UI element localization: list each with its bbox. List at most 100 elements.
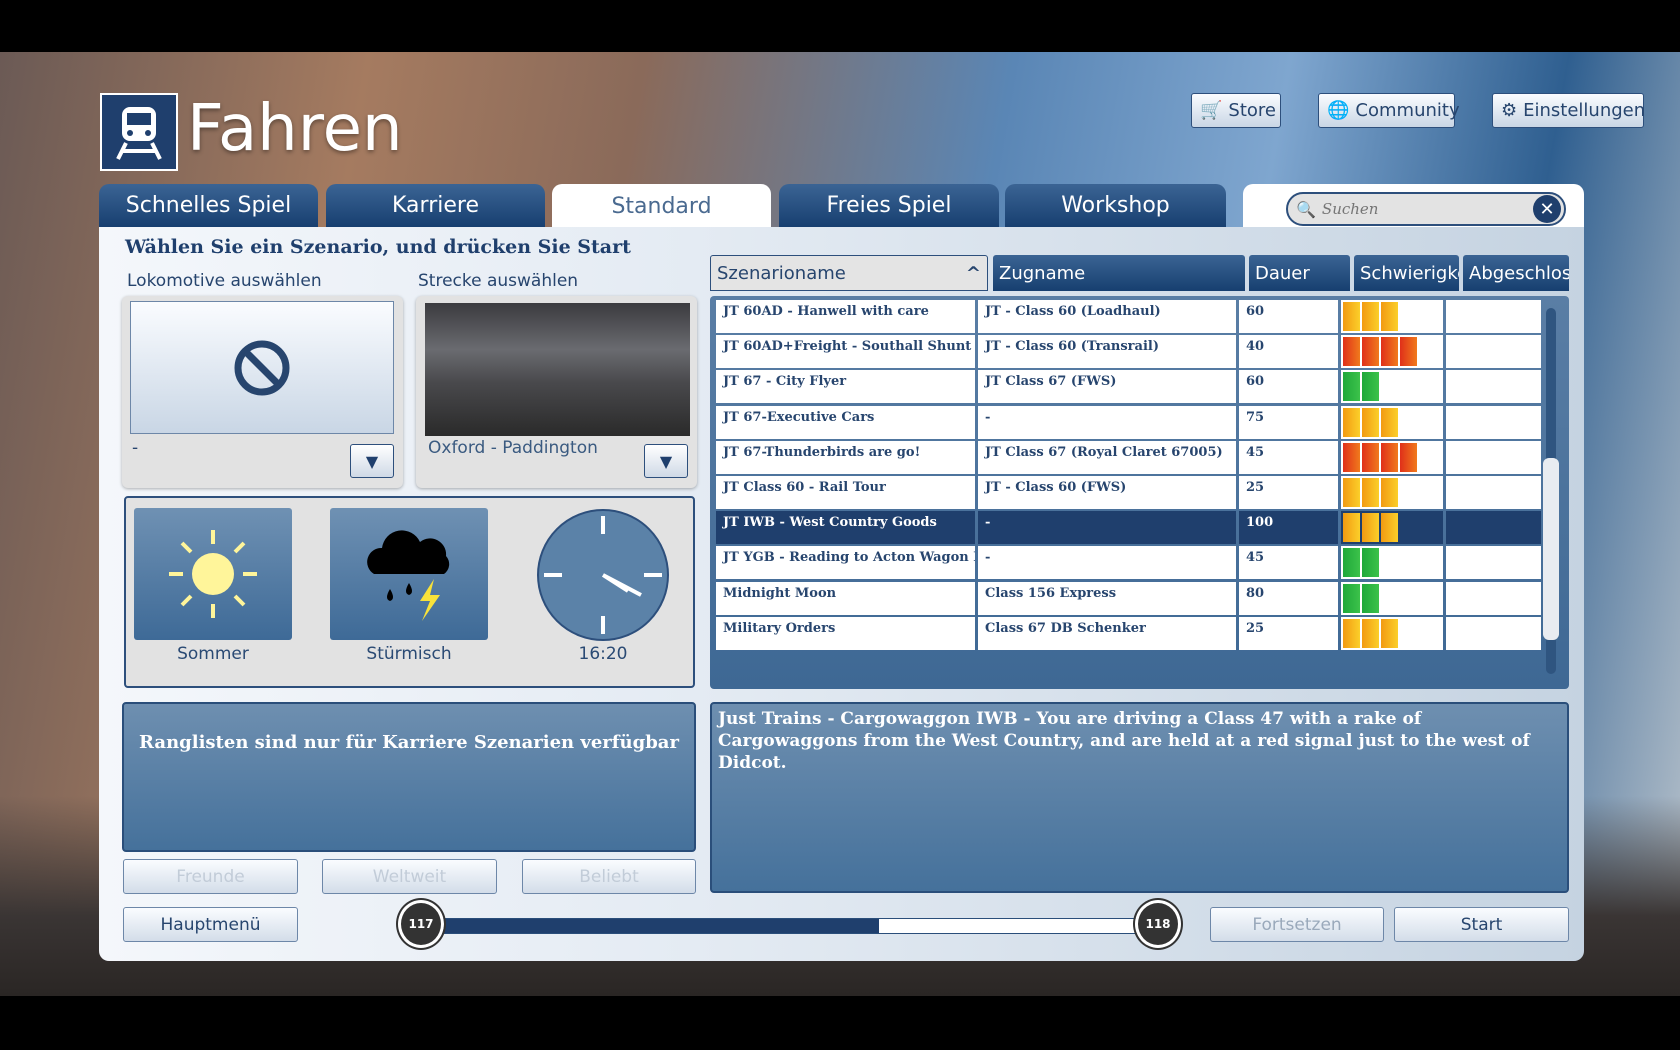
table-row[interactable]: JT YGB - Reading to Acton Wagon Move-45 bbox=[716, 546, 1541, 580]
instruction-heading: Wählen Sie ein Szenario, und drücken Sie… bbox=[125, 236, 631, 258]
search-icon: 🔍 bbox=[1296, 199, 1316, 219]
scrollbar-thumb[interactable] bbox=[1543, 458, 1559, 640]
time-label: 16:20 bbox=[578, 644, 628, 664]
duration-cell: 25 bbox=[1239, 616, 1338, 650]
scenario-table: JT 60AD - Hanwell with care JT - Class 60… bbox=[710, 296, 1569, 689]
clear-search-icon[interactable]: ✕ bbox=[1533, 195, 1561, 223]
globe-icon: 🌐 bbox=[1327, 100, 1350, 121]
scenario-description: Just Trains - Cargowaggon IWB - You are … bbox=[718, 709, 1530, 773]
duration-cell: 60 bbox=[1239, 300, 1338, 333]
difficulty-segment bbox=[1362, 407, 1379, 437]
column-header-difficulty[interactable]: Schwierigke bbox=[1354, 255, 1459, 291]
duration-cell: 45 bbox=[1239, 546, 1338, 580]
difficulty-segment bbox=[1343, 302, 1360, 331]
table-scrollbar[interactable] bbox=[1543, 308, 1559, 674]
duration-cell: 100 bbox=[1239, 511, 1338, 545]
gear-icon: ⚙ bbox=[1501, 100, 1518, 121]
train-name-cell: JT - Class 60 (FWS) bbox=[978, 476, 1236, 509]
difficulty-segment bbox=[1343, 513, 1360, 543]
difficulty-segment bbox=[1343, 337, 1360, 367]
filter-icon: ▼ bbox=[365, 451, 379, 471]
completed-cell bbox=[1446, 405, 1541, 439]
tab-freies-spiel[interactable]: Freies Spiel bbox=[779, 184, 999, 227]
season-button[interactable] bbox=[134, 508, 292, 640]
table-row[interactable]: JT Class 60 - Rail Tour JT - Class 60 (FW… bbox=[716, 476, 1541, 509]
table-row[interactable]: JT 67 - City Flyer JT Class 67 (FWS) 60 bbox=[716, 370, 1541, 404]
weather-button[interactable] bbox=[330, 508, 488, 640]
scenario-name-cell: JT IWB - West Country Goods bbox=[716, 511, 975, 545]
column-header-completed[interactable]: Abgeschlos bbox=[1463, 255, 1569, 291]
difficulty-cell bbox=[1341, 511, 1443, 545]
tab-karriere[interactable]: Karriere bbox=[326, 184, 545, 227]
difficulty-segment bbox=[1381, 407, 1398, 437]
tab-schnelles-spiel[interactable]: Schnelles Spiel bbox=[99, 184, 318, 227]
difficulty-segment bbox=[1362, 618, 1379, 648]
main-menu-button[interactable]: Hauptmenü bbox=[123, 907, 298, 942]
loco-filter-button[interactable]: ▼ bbox=[350, 444, 394, 478]
search-input[interactable] bbox=[1321, 200, 1532, 218]
time-clock[interactable] bbox=[536, 508, 670, 642]
duration-cell: 40 bbox=[1239, 335, 1338, 369]
route-filter-button[interactable]: ▼ bbox=[644, 444, 688, 478]
loco-preview[interactable] bbox=[130, 301, 394, 434]
column-header-duration[interactable]: Dauer bbox=[1249, 255, 1350, 291]
leaderboard-box: Ranglisten sind nur für Karriere Szenari… bbox=[122, 702, 696, 852]
difficulty-segment bbox=[1362, 513, 1379, 543]
scenario-description-box: Just Trains - Cargowaggon IWB - You are … bbox=[710, 702, 1569, 893]
scenario-name-cell: Midnight Moon bbox=[716, 581, 975, 615]
completed-cell bbox=[1446, 616, 1541, 650]
season-label: Sommer bbox=[177, 644, 249, 664]
completed-cell bbox=[1446, 581, 1541, 615]
tab-workshop[interactable]: Workshop bbox=[1005, 184, 1226, 227]
difficulty-segment bbox=[1343, 372, 1360, 402]
filter-icon: ▼ bbox=[659, 451, 673, 471]
leaderboard-message: Ranglisten sind nur für Karriere Szenari… bbox=[139, 732, 679, 753]
table-row[interactable]: Midnight Moon Class 156 Express 80 bbox=[716, 581, 1541, 615]
sun-icon bbox=[169, 530, 257, 618]
train-name-cell: JT Class 67 (FWS) bbox=[978, 370, 1236, 404]
table-row[interactable]: Military Orders Class 67 DB Schenker 25 bbox=[716, 616, 1541, 650]
difficulty-cell bbox=[1341, 616, 1443, 650]
train-name-cell: JT - Class 60 (Loadhaul) bbox=[978, 300, 1236, 333]
train-icon bbox=[116, 107, 162, 160]
weather-label: Stürmisch bbox=[366, 644, 452, 664]
continue-button[interactable]: Fortsetzen bbox=[1210, 907, 1384, 942]
difficulty-segment bbox=[1381, 442, 1398, 472]
clock-icon bbox=[537, 509, 669, 641]
completed-cell bbox=[1446, 300, 1541, 333]
settings-button[interactable]: ⚙ Einstellungen bbox=[1492, 93, 1645, 128]
loco-card: - ▼ bbox=[122, 296, 403, 488]
route-preview-image[interactable] bbox=[425, 303, 690, 436]
train-name-cell: JT - Class 60 (Transrail) bbox=[978, 335, 1236, 369]
difficulty-segment bbox=[1362, 372, 1379, 402]
table-row[interactable]: JT 60AD+Freight - Southall Shunt JT - Cla… bbox=[716, 335, 1541, 369]
table-row[interactable]: JT 60AD - Hanwell with care JT - Class 60… bbox=[716, 300, 1541, 333]
tab-standard[interactable]: Standard bbox=[552, 184, 771, 228]
column-header-train-name[interactable]: Zugname bbox=[993, 255, 1245, 291]
difficulty-cell bbox=[1341, 370, 1443, 404]
store-button[interactable]: 🛒 Store bbox=[1191, 93, 1281, 128]
friends-button[interactable]: Freunde bbox=[123, 859, 298, 894]
table-row[interactable]: JT IWB - West Country Goods -100 bbox=[716, 511, 1541, 545]
scenario-name-cell: JT 67 - City Flyer bbox=[716, 370, 975, 404]
storm-icon bbox=[367, 530, 450, 621]
duration-cell: 45 bbox=[1239, 440, 1338, 474]
route-card: Oxford - Paddington ▼ bbox=[416, 296, 697, 488]
train-name-cell: - bbox=[978, 546, 1236, 580]
worldwide-button[interactable]: Weltweit bbox=[322, 859, 497, 894]
difficulty-segment bbox=[1362, 337, 1379, 367]
scenario-name-cell: JT YGB - Reading to Acton Wagon Move bbox=[716, 546, 975, 580]
table-row[interactable]: JT 67-Thunderbirds are go! JT Class 67 (R… bbox=[716, 440, 1541, 474]
completed-cell bbox=[1446, 476, 1541, 509]
popular-button[interactable]: Beliebt bbox=[522, 859, 696, 894]
difficulty-segment bbox=[1381, 513, 1398, 543]
duration-cell: 75 bbox=[1239, 405, 1338, 439]
table-row[interactable]: JT 67-Executive Cars -75 bbox=[716, 405, 1541, 439]
completed-cell bbox=[1446, 370, 1541, 404]
search-box: 🔍 ✕ bbox=[1286, 192, 1566, 226]
community-button[interactable]: 🌐 Community bbox=[1318, 93, 1460, 128]
start-button[interactable]: Start bbox=[1394, 907, 1569, 942]
level-progress-bar bbox=[420, 918, 1160, 934]
column-header-scenario-name[interactable]: Szenarioname ^ bbox=[710, 255, 988, 291]
train-name-cell: - bbox=[978, 511, 1236, 545]
